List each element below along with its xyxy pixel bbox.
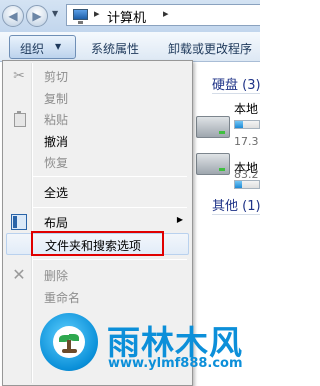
- scissors-icon: ✂: [13, 68, 25, 84]
- drive-size: 17.3: [234, 135, 259, 148]
- drive-usage-fill: [235, 181, 243, 188]
- menu-item-undo[interactable]: 撤消: [6, 130, 189, 152]
- menu-separator: [33, 176, 187, 177]
- paste-icon: [11, 111, 27, 127]
- drive-usage-bar: [234, 120, 260, 129]
- menu-separator: [33, 259, 187, 260]
- menu-item-label: 布局: [44, 216, 69, 230]
- breadcrumb-separator[interactable]: ▸: [163, 7, 169, 20]
- hard-drive-icon: [196, 153, 230, 175]
- group-header-other[interactable]: 其他 (1): [212, 195, 261, 214]
- delete-icon: ✕: [12, 265, 26, 284]
- menu-item-label: 剪切: [44, 70, 69, 84]
- menu-item-cut[interactable]: ✂ 剪切: [6, 65, 189, 87]
- drive-usage-fill: [235, 121, 244, 128]
- group-header-drives[interactable]: 硬盘 (3): [212, 74, 261, 93]
- computer-icon: [73, 9, 88, 24]
- menu-item-redo[interactable]: 恢复: [6, 151, 189, 173]
- tree-base-icon: [62, 349, 77, 353]
- watermark-logo-center: [53, 326, 85, 358]
- menu-item-rename[interactable]: 重命名: [6, 286, 189, 308]
- forward-arrow-icon: ▶: [32, 9, 42, 23]
- organize-label: 组织: [20, 42, 45, 56]
- organize-button[interactable]: 组织 ▼: [9, 35, 76, 59]
- menu-item-paste[interactable]: 粘贴: [6, 108, 189, 130]
- drive-size: 83.2: [234, 168, 259, 181]
- command-toolbar: 组织 ▼ 系统属性 卸载或更改程序: [0, 32, 260, 62]
- menu-separator: [33, 207, 187, 208]
- breadcrumb-computer[interactable]: 计算机: [107, 7, 146, 26]
- address-bar[interactable]: ▸ 计算机 ▸: [66, 4, 260, 26]
- system-properties-button[interactable]: 系统属性: [91, 40, 139, 57]
- menu-item-label: 撤消: [44, 135, 69, 149]
- group-divider: [212, 214, 260, 215]
- hard-drive-icon: [196, 116, 230, 138]
- back-arrow-icon: ◀: [8, 9, 18, 23]
- submenu-arrow-icon: ▶: [176, 215, 183, 224]
- chevron-down-icon: ▼: [52, 9, 59, 18]
- menu-item-layout[interactable]: 布局 ▶: [6, 211, 189, 233]
- breadcrumb-separator[interactable]: ▸: [94, 7, 100, 20]
- menu-item-label: 粘贴: [44, 113, 69, 127]
- watermark-logo-icon: [40, 313, 98, 371]
- menu-item-delete[interactable]: ✕ 删除: [6, 264, 189, 286]
- menu-item-label: 删除: [44, 269, 69, 283]
- navigation-bar: ◀ ▶ ▼ ▸ 计算机 ▸: [0, 0, 260, 32]
- back-button[interactable]: ◀: [2, 5, 24, 27]
- drive-usage-bar: [234, 180, 260, 189]
- menu-item-label: 重命名: [44, 291, 81, 305]
- menu-item-select-all[interactable]: 全选: [6, 181, 189, 203]
- menu-item-label: 复制: [44, 92, 69, 106]
- uninstall-program-button[interactable]: 卸载或更改程序: [168, 40, 252, 57]
- menu-item-label: 恢复: [44, 156, 69, 170]
- menu-item-label: 全选: [44, 186, 69, 200]
- drive-name[interactable]: 本地: [234, 100, 258, 117]
- layout-icon: [11, 214, 27, 230]
- recent-pages-dropdown[interactable]: ▼: [52, 9, 58, 18]
- group-divider: [212, 93, 260, 94]
- forward-button[interactable]: ▶: [26, 5, 48, 27]
- chevron-down-icon: ▼: [55, 42, 62, 51]
- menu-item-copy[interactable]: 复制: [6, 87, 189, 109]
- annotation-highlight-box: [31, 231, 164, 256]
- watermark-url: www.ylmf888.com: [108, 356, 243, 371]
